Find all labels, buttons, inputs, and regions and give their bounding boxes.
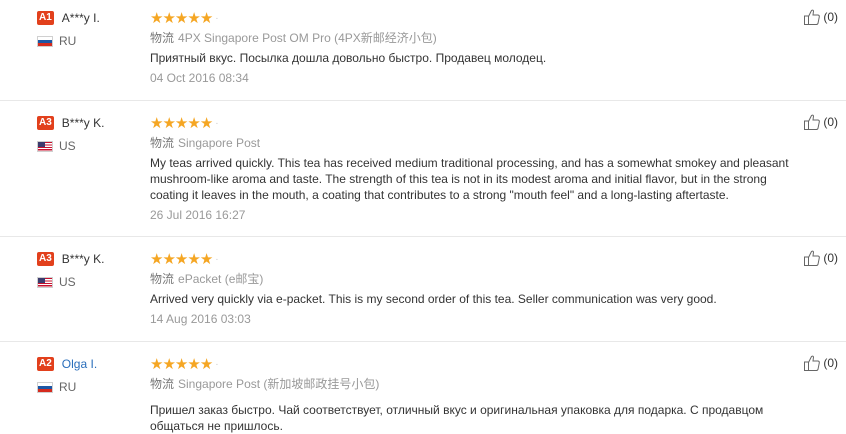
- star-icon: ★: [187, 9, 200, 27]
- star-rating: ★ ★ ★ ★ ★ ·: [150, 356, 800, 372]
- star-dot-icon: ·: [215, 12, 219, 24]
- helpful-button[interactable]: (0): [803, 354, 838, 372]
- buyer-level-badge: A3: [37, 116, 54, 130]
- review-date: 04 Oct 2016 08:34: [150, 71, 249, 85]
- star-icon: ★: [199, 114, 213, 132]
- logistics-info: 物流 Singapore Post: [150, 135, 800, 151]
- logistics-label: 物流: [150, 272, 175, 286]
- buyer-level-badge: A3: [37, 252, 54, 266]
- buyer-info: A3 B***y K. US: [37, 115, 137, 153]
- star-icon: ★: [199, 355, 213, 373]
- logistics-method: Singapore Post (新加坡邮政挂号小包): [178, 377, 380, 391]
- buyer-name: B***y K.: [61, 252, 105, 266]
- buyer-info: A1 A***y I. RU: [37, 10, 137, 48]
- buyer-name: B***y K.: [61, 116, 105, 130]
- usa-flag-icon: [37, 140, 53, 152]
- star-icon: ★: [174, 355, 188, 373]
- review-content: ★ ★ ★ ★ ★ · 物流 Singapore Post My teas arrived …: [150, 115, 800, 223]
- review-text: Приятный вкус. Посылка дошла довольно бы…: [150, 51, 547, 65]
- logistics-info: 物流 Singapore Post (新加坡邮政挂号小包): [150, 376, 800, 392]
- logistics-info: 物流 ePacket (e邮宝): [150, 271, 800, 287]
- buyer-country: RU: [59, 34, 77, 48]
- star-rating: ★ ★ ★ ★ ★ ·: [150, 10, 800, 26]
- star-icon: ★: [150, 114, 163, 132]
- review-item: A3 B***y K. US ★ ★ ★ ★ ★ · 物流 Singapore Post M…: [0, 101, 846, 237]
- helpful-button[interactable]: (0): [803, 249, 838, 267]
- review-date: 26 Jul 2016 16:27: [150, 208, 246, 222]
- star-icon: ★: [187, 114, 200, 132]
- star-icon: ★: [199, 250, 213, 268]
- buyer-name: A***y I.: [61, 11, 100, 25]
- star-icon: ★: [199, 9, 213, 27]
- buyer-level-badge: A1: [37, 11, 54, 25]
- logistics-method: Singapore Post: [178, 136, 261, 150]
- buyer-name-link[interactable]: Olga I.: [62, 357, 97, 371]
- helpful-count: (0): [823, 251, 838, 265]
- helpful-button[interactable]: (0): [803, 8, 838, 26]
- star-icon: ★: [162, 9, 175, 27]
- buyer-info: A3 B***y K. US: [37, 251, 137, 289]
- star-dot-icon: ·: [215, 117, 219, 129]
- star-icon: ★: [162, 355, 175, 373]
- russia-flag-icon: [37, 35, 53, 47]
- usa-flag-icon: [37, 276, 53, 288]
- review-item: A3 B***y K. US ★ ★ ★ ★ ★ · 物流 ePacket (e邮宝) Ar…: [0, 237, 846, 342]
- star-dot-icon: ·: [215, 253, 219, 265]
- helpful-count: (0): [823, 115, 838, 129]
- buyer-level-badge: A2: [37, 357, 54, 371]
- star-icon: ★: [187, 250, 200, 268]
- star-rating: ★ ★ ★ ★ ★ ·: [150, 115, 800, 131]
- russia-flag-icon: [37, 381, 53, 393]
- star-rating: ★ ★ ★ ★ ★ ·: [150, 251, 800, 267]
- star-icon: ★: [174, 250, 188, 268]
- star-icon: ★: [174, 114, 188, 132]
- star-icon: ★: [150, 355, 163, 373]
- review-item: A1 A***y I. RU ★ ★ ★ ★ ★ · 物流 4PX Singapore Po…: [0, 0, 846, 101]
- logistics-label: 物流: [150, 377, 175, 391]
- thumbs-up-icon: [804, 250, 821, 266]
- helpful-button[interactable]: (0): [803, 113, 838, 131]
- buyer-country: US: [59, 275, 76, 289]
- logistics-method: ePacket (e邮宝): [178, 272, 264, 286]
- thumbs-up-icon: [804, 355, 821, 371]
- star-dot-icon: ·: [215, 358, 219, 370]
- review-content: ★ ★ ★ ★ ★ · 物流 Singapore Post (新加坡邮政挂号小包) Приш…: [150, 356, 800, 434]
- thumbs-up-icon: [804, 114, 821, 130]
- review-content: ★ ★ ★ ★ ★ · 物流 ePacket (e邮宝) Arrived very quic…: [150, 251, 800, 327]
- helpful-count: (0): [823, 356, 838, 370]
- star-icon: ★: [150, 250, 163, 268]
- buyer-country: RU: [59, 380, 77, 394]
- star-icon: ★: [162, 250, 175, 268]
- logistics-label: 物流: [150, 136, 175, 150]
- star-icon: ★: [162, 114, 175, 132]
- logistics-info: 物流 4PX Singapore Post OM Pro (4PX新邮经济小包): [150, 30, 800, 46]
- star-icon: ★: [174, 9, 188, 27]
- star-icon: ★: [187, 355, 200, 373]
- star-icon: ★: [150, 9, 163, 27]
- helpful-count: (0): [823, 10, 838, 24]
- buyer-info: A2 Olga I. RU: [37, 356, 137, 394]
- buyer-country: US: [59, 139, 76, 153]
- review-content: ★ ★ ★ ★ ★ · 物流 4PX Singapore Post OM Pro (4PX新…: [150, 10, 800, 86]
- review-date: 14 Aug 2016 03:03: [150, 312, 251, 326]
- review-text: Arrived very quickly via e-packet. This …: [150, 292, 717, 306]
- logistics-method: 4PX Singapore Post OM Pro (4PX新邮经济小包): [178, 31, 437, 45]
- review-text: Пришел заказ быстро. Чай соответствует, …: [150, 403, 764, 433]
- feedback-list: A1 A***y I. RU ★ ★ ★ ★ ★ · 物流 4PX Singapore Po…: [0, 0, 846, 434]
- thumbs-up-icon: [804, 9, 821, 25]
- logistics-label: 物流: [150, 31, 175, 45]
- review-item: A2 Olga I. RU ★ ★ ★ ★ ★ · 物流 Singapore Post (新…: [0, 342, 846, 434]
- review-text: My teas arrived quickly. This tea has re…: [150, 156, 789, 202]
